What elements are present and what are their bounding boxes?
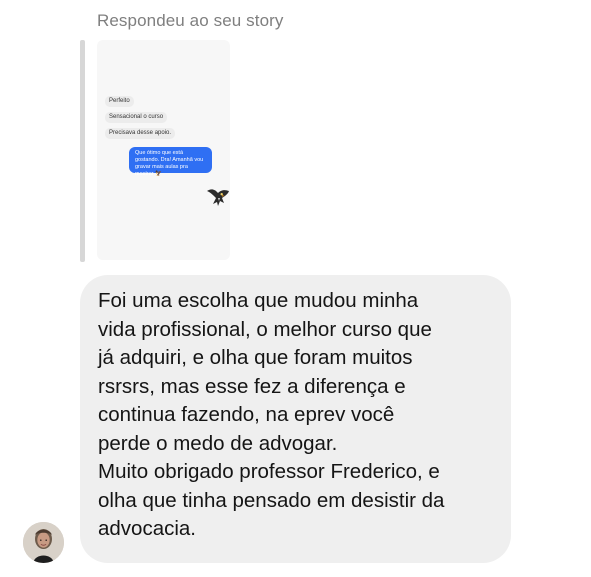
message-line-3: já adquiri, e olha que foram muitos xyxy=(98,346,413,369)
story-reply-header: Respondeu ao seu story xyxy=(97,11,284,30)
eagle-icon xyxy=(206,187,230,207)
message-line-6: perde o medo de advogar. xyxy=(98,431,338,455)
message-line-1: Foi uma escolha que mudou minha xyxy=(98,289,419,312)
story-reply-bar xyxy=(80,40,85,262)
story-preview-message-1: Perfeito xyxy=(105,96,134,107)
message-line-2: vida profissional, o melhor curso que xyxy=(98,317,432,341)
message-line-5: continua fazendo, na eprev você xyxy=(98,403,395,426)
story-preview-card[interactable]: Perfeito Sensacional o curso Precisava d… xyxy=(97,40,230,260)
story-preview-outgoing-message: Que ótimo que está gostando. Dra! Amanhã… xyxy=(129,147,212,177)
message-avatar[interactable] xyxy=(23,522,64,563)
story-preview-message-3: Precisava desse apoio. xyxy=(105,128,176,139)
incoming-message-bubble[interactable]: Foi uma escolha que mudou minha vida pro… xyxy=(80,275,511,563)
message-line-7: Muito obrigado professor Frederico, e xyxy=(98,460,440,483)
message-line-8: olha que tinha pensado em desistir da xyxy=(98,488,445,512)
story-preview-message-2: Sensacional o curso xyxy=(105,112,168,123)
message-line-4: rsrsrs, mas esse fez a diferença e xyxy=(98,374,406,398)
message-line-9: advocacia. xyxy=(98,517,197,540)
